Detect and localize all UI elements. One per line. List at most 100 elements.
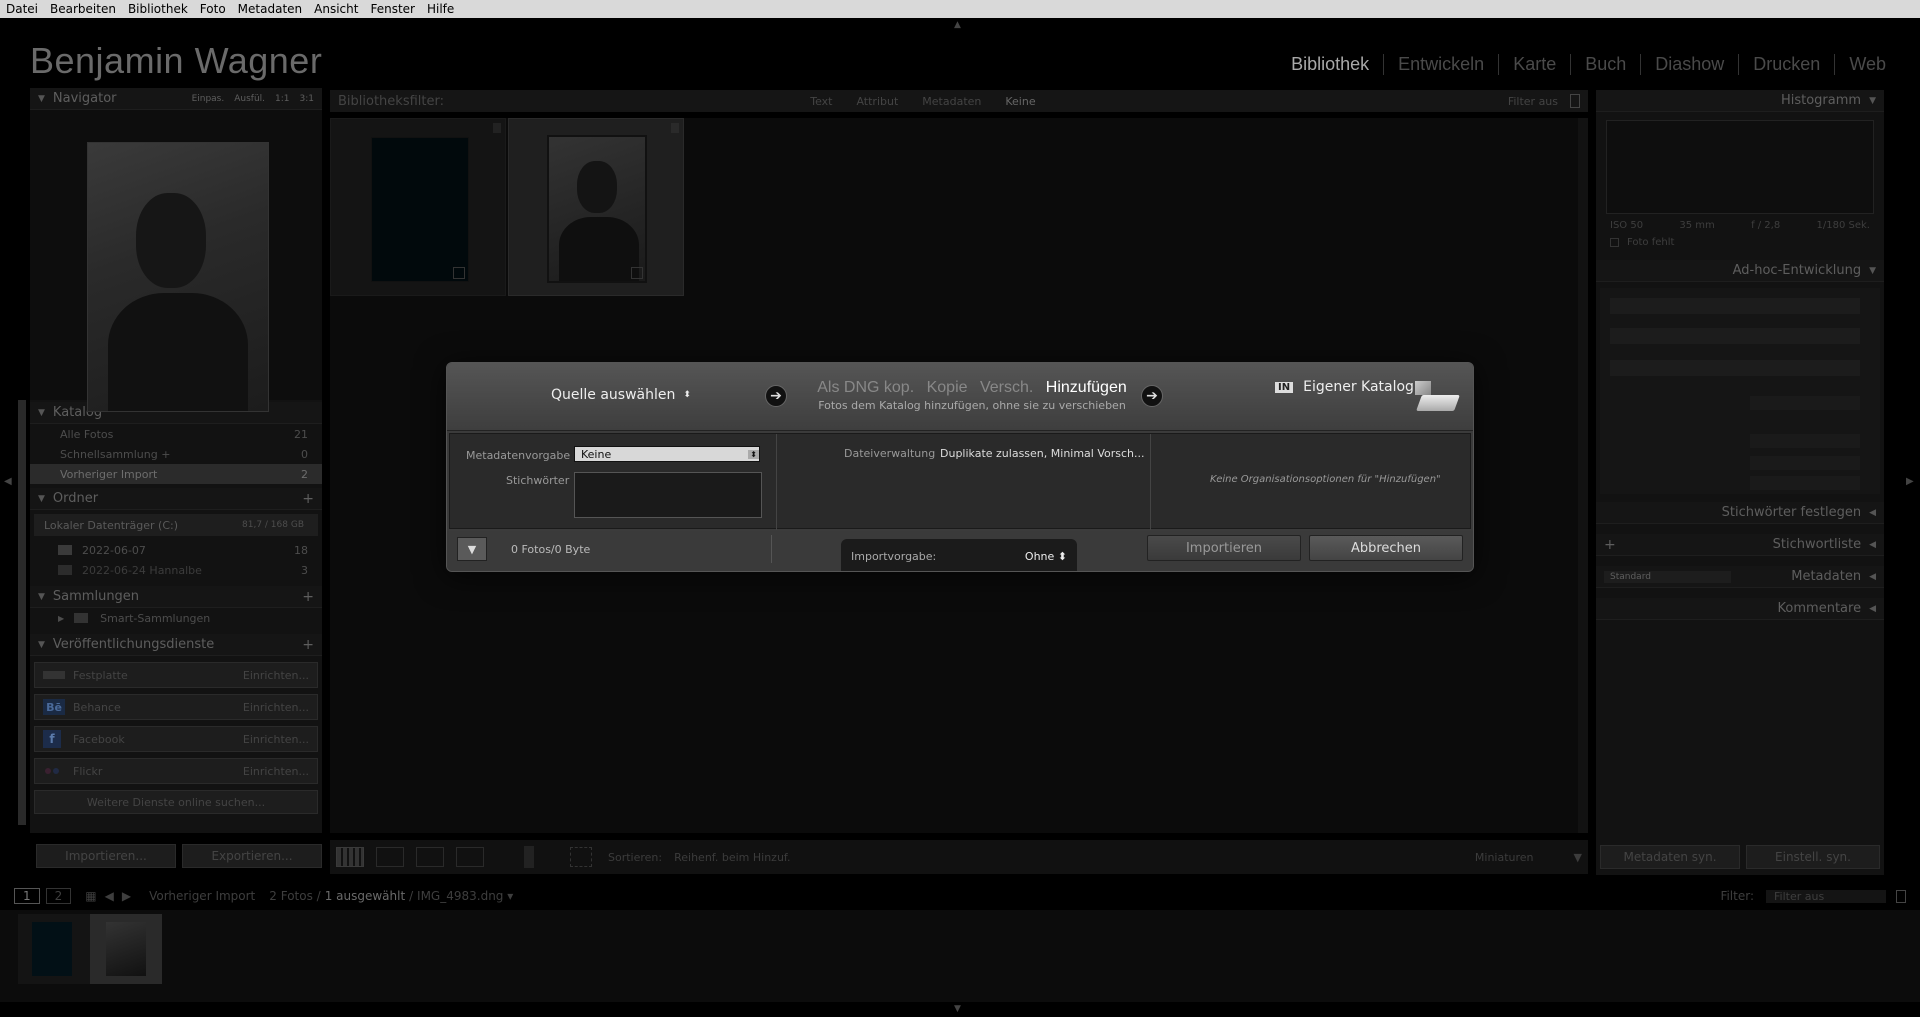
export-button[interactable]: Exportieren...	[182, 844, 322, 868]
import-button[interactable]: Importieren...	[36, 844, 176, 868]
filmstrip-source[interactable]: Vorheriger Import	[149, 889, 255, 903]
filmstrip-cell[interactable]	[18, 914, 90, 984]
keywording-header[interactable]: Stichwörter festlegen ◀	[1596, 502, 1884, 524]
menu-foto[interactable]: Foto	[194, 0, 232, 18]
module-karte[interactable]: Karte	[1498, 54, 1570, 75]
module-entwickeln[interactable]: Entwickeln	[1383, 54, 1498, 75]
collapse-triangle-icon[interactable]: ▼	[38, 592, 45, 602]
module-web[interactable]: Web	[1834, 54, 1900, 75]
filter-none[interactable]: Keine	[1005, 95, 1035, 108]
add-keyword-icon[interactable]: +	[1604, 537, 1773, 553]
collapse-triangle-icon[interactable]: ▼	[38, 494, 45, 504]
cancel-button[interactable]: Abbrechen	[1309, 535, 1463, 561]
collapse-triangle-icon[interactable]: ▼	[1869, 96, 1876, 106]
filter-lock-icon[interactable]	[1570, 94, 1581, 108]
compare-view-icon[interactable]	[416, 847, 444, 867]
publish-header[interactable]: ▼ Veröffentlichungsdienste +	[30, 634, 322, 656]
collapse-triangle-icon[interactable]: ◀	[1869, 604, 1876, 614]
histogram-header[interactable]: Histogramm ▼	[1596, 90, 1884, 112]
filter-preset[interactable]: Filter aus	[1508, 95, 1558, 108]
filter-metadata[interactable]: Metadaten	[922, 95, 981, 108]
metadata-header[interactable]: Standard Metadaten ◀	[1596, 566, 1884, 588]
publish-service-behance[interactable]: Bē Behance Einrichten...	[34, 694, 318, 720]
destination-selector[interactable]: IN Eigener Katalog	[1275, 379, 1414, 395]
menu-datei[interactable]: Datei	[0, 0, 44, 18]
filmstrip-cell-selected[interactable]	[90, 914, 162, 984]
grid-cell[interactable]	[330, 118, 506, 296]
module-bibliothek[interactable]: Bibliothek	[1277, 54, 1383, 75]
nav-option-3to1[interactable]: 3:1	[300, 94, 314, 104]
menu-ansicht[interactable]: Ansicht	[308, 0, 364, 18]
ordner-header[interactable]: ▼ Ordner +	[30, 488, 322, 510]
left-panel-scrollbar[interactable]	[18, 400, 26, 825]
folder-item[interactable]: 2022-06-07 18	[30, 540, 322, 560]
forward-arrow-icon[interactable]: ▶	[122, 889, 131, 903]
filter-lock-icon[interactable]	[1896, 889, 1906, 903]
navigator-preview-image[interactable]	[87, 142, 269, 412]
collapse-triangle-icon[interactable]: ◀	[1869, 540, 1876, 550]
grid-scrollbar[interactable]	[1578, 118, 1588, 833]
grid-view-icon[interactable]	[336, 847, 364, 867]
katalog-item-vorheriger-import[interactable]: Vorheriger Import 2	[30, 464, 322, 484]
quick-develop-header[interactable]: Ad-hoc-Entwicklung ▼	[1596, 260, 1884, 282]
service-action[interactable]: Einrichten...	[243, 669, 309, 682]
publish-service-flickr[interactable]: Flickr Einrichten...	[34, 758, 318, 784]
module-drucken[interactable]: Drucken	[1738, 54, 1834, 75]
left-panel-toggle-icon[interactable]: ◀	[4, 476, 12, 487]
menu-bearbeiten[interactable]: Bearbeiten	[44, 0, 122, 18]
katalog-item-alle-fotos[interactable]: Alle Fotos 21	[30, 424, 322, 444]
mode-dng[interactable]: Als DNG kop.	[817, 379, 914, 396]
service-action[interactable]: Einrichten...	[243, 765, 309, 778]
module-buch[interactable]: Buch	[1570, 54, 1640, 75]
right-panel-toggle-icon[interactable]: ▶	[1906, 476, 1914, 487]
metadata-preset-dropdown[interactable]: Keine ⬍	[574, 446, 760, 462]
sync-metadata-button[interactable]: Metadaten syn.	[1600, 845, 1740, 869]
loupe-view-icon[interactable]	[376, 847, 404, 867]
import-preset-selector[interactable]: Importvorgabe: Ohne ⬍	[841, 539, 1077, 571]
nav-option-1to1[interactable]: 1:1	[275, 94, 289, 104]
survey-view-icon[interactable]	[456, 847, 484, 867]
menu-fenster[interactable]: Fenster	[364, 0, 421, 18]
filmstrip-filter-dropdown[interactable]: Filter aus	[1766, 889, 1886, 903]
service-action[interactable]: Einrichten...	[243, 733, 309, 746]
page-1-button[interactable]: 1	[14, 888, 40, 904]
grid-shortcut-icon[interactable]: ▦	[85, 889, 96, 903]
menu-hilfe[interactable]: Hilfe	[421, 0, 460, 18]
sort-dropdown[interactable]: Reihenf. beim Hinzuf.	[674, 851, 1475, 864]
face-detect-icon[interactable]	[570, 847, 592, 867]
top-panel-toggle-icon[interactable]: ▲	[954, 20, 961, 30]
back-arrow-icon[interactable]: ◀	[105, 889, 114, 903]
filter-text[interactable]: Text	[810, 95, 832, 108]
drive-row[interactable]: Lokaler Datenträger (C:) 81,7 / 168 GB	[34, 514, 318, 536]
metadata-preset-dropdown[interactable]: Standard	[1604, 570, 1732, 583]
toolbar-menu-icon[interactable]: ▼	[1574, 851, 1582, 864]
collapse-triangle-icon[interactable]: ▼	[38, 408, 45, 418]
file-handling-value[interactable]: Duplikate zulassen, Minimal Vorsch...	[940, 447, 1145, 460]
more-services-button[interactable]: Weitere Dienste online suchen...	[34, 790, 318, 814]
module-diashow[interactable]: Diashow	[1640, 54, 1738, 75]
collection-item[interactable]: ▶ Smart-Sammlungen	[30, 608, 322, 628]
sammlungen-header[interactable]: ▼ Sammlungen +	[30, 586, 322, 608]
page-2-button[interactable]: 2	[45, 888, 72, 904]
publish-service-facebook[interactable]: f Facebook Einrichten...	[34, 726, 318, 752]
collapse-triangle-icon[interactable]: ◀	[1869, 508, 1876, 518]
add-collection-icon[interactable]: +	[302, 589, 314, 605]
sync-settings-button[interactable]: Einstell. syn.	[1746, 845, 1880, 869]
folder-item[interactable]: 2022-06-24 Hannalbe 3	[30, 560, 322, 580]
mode-move[interactable]: Versch.	[980, 379, 1033, 396]
collapse-triangle-icon[interactable]: ◀	[1869, 572, 1876, 582]
nav-option-fill[interactable]: Ausfül.	[234, 94, 265, 104]
publish-service-festplatte[interactable]: Festplatte Einrichten...	[34, 662, 318, 688]
expand-triangle-icon[interactable]: ▶	[58, 614, 64, 623]
add-folder-icon[interactable]: +	[302, 491, 314, 507]
service-action[interactable]: Einrichten...	[243, 701, 309, 714]
menu-bibliothek[interactable]: Bibliothek	[122, 0, 194, 18]
comments-header[interactable]: Kommentare ◀	[1596, 598, 1884, 620]
bottom-panel-toggle-icon[interactable]: ▼	[954, 1004, 961, 1014]
keyword-list-header[interactable]: + Stichwortliste ◀	[1596, 534, 1884, 556]
keywords-textarea[interactable]	[574, 472, 762, 518]
mode-copy[interactable]: Kopie	[927, 379, 968, 396]
collapse-triangle-icon[interactable]: ▼	[1869, 266, 1876, 276]
collapse-triangle-icon[interactable]: ▼	[38, 94, 45, 104]
expand-dialog-button[interactable]: ▼	[457, 537, 487, 561]
